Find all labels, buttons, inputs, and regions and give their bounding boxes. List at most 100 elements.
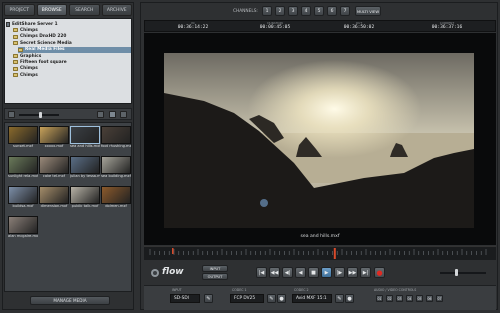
timeline-scrubber[interactable] — [144, 246, 496, 260]
thumbnail-image — [39, 186, 69, 204]
tree-item[interactable]: Chimps — [13, 27, 131, 33]
codec2-select[interactable]: Avid MXF 15:1 — [292, 294, 332, 303]
volume-knob[interactable] — [454, 269, 458, 276]
tree-item-label: Fifteen foot square — [20, 59, 67, 65]
server-icon — [6, 21, 10, 27]
channel-button[interactable]: 6 — [327, 6, 337, 16]
tab-search[interactable]: SEARCH — [69, 4, 100, 16]
codec2-settings-icon[interactable]: ✎ — [335, 294, 344, 303]
tree-item[interactable]: Secret Science Media — [13, 40, 131, 46]
folder-icon — [13, 34, 18, 39]
channel-button[interactable]: 7 — [340, 6, 350, 16]
output-button[interactable]: OUTPUT — [202, 273, 228, 280]
tree-item[interactable]: Chimps DnxHD 220 — [13, 34, 131, 40]
input-button[interactable]: INPUT — [202, 265, 228, 272]
tab-browse[interactable]: BROWSE — [36, 4, 67, 16]
tree-item[interactable]: Graphics — [13, 53, 131, 59]
folder-tree[interactable]: EditShare Server 1 Chimps Chimps DnxHD 220… — [4, 18, 132, 104]
audio-channel-button[interactable]: 04 — [406, 295, 413, 302]
media-thumbnail[interactable]: dimension.mxf — [39, 186, 69, 209]
media-thumbnail[interactable]: sunlight rela.mxf — [8, 156, 38, 179]
detail-view-icon[interactable] — [120, 111, 127, 118]
input-select[interactable]: SD-SDI — [170, 294, 200, 303]
timeline-ticks — [149, 248, 487, 259]
tree-item[interactable]: Chimps — [13, 72, 131, 78]
channel-button[interactable]: 3 — [288, 6, 298, 16]
tree-item[interactable]: Fifteen foot square — [13, 59, 131, 65]
audio-channel-button[interactable]: 06 — [426, 295, 433, 302]
thumbnail-caption: sunset.mxf — [13, 144, 33, 148]
in-point-marker[interactable] — [172, 248, 174, 254]
transport-button[interactable]: ◀ — [295, 267, 306, 278]
flow-logo-icon — [151, 269, 159, 277]
transport-button[interactable]: |▶ — [334, 267, 345, 278]
video-viewer[interactable]: sea and hills.mxf — [144, 33, 496, 245]
folder-icon — [13, 41, 18, 46]
list-view-icon[interactable] — [97, 111, 104, 118]
io-controls: INPUT SD-SDI ✎ CODEC 1 FCP DV25 ✎ ● CODE… — [144, 285, 496, 310]
media-thumbnail[interactable]: buildsa.mxf — [8, 186, 38, 209]
thumbnail-caption: alan mcgaire.mxf — [8, 234, 38, 238]
thumbnail-image — [101, 126, 131, 144]
audio-channel-button[interactable]: 01 — [376, 295, 383, 302]
codec2-record-icon[interactable]: ● — [345, 294, 354, 303]
tree-item[interactable]: EditShare Server 1 — [6, 21, 131, 27]
transport-button[interactable]: ▶▶ — [347, 267, 358, 278]
transport-button[interactable]: ■ — [308, 267, 319, 278]
tree-item-label: Graphics — [20, 53, 42, 59]
manage-media-button[interactable]: MANAGE MEDIA — [30, 296, 110, 305]
tree-item[interactable]: Chimps — [13, 66, 131, 72]
grid-view-icon[interactable] — [109, 111, 116, 118]
timecode-duration-value: 00:00:45:05 — [259, 25, 291, 30]
audio-channel-button[interactable]: 02 — [386, 295, 393, 302]
tree-item[interactable]: Real Media Files — [18, 46, 131, 53]
transport-button[interactable]: ◀◀ — [269, 267, 280, 278]
media-thumbnail[interactable]: sunset.mxf — [8, 126, 38, 149]
media-thumbnail[interactable]: julian by tessa.mxf — [70, 156, 100, 179]
timecode-in: IN 00:36:14:22 — [163, 21, 223, 30]
media-thumbnail[interactable]: public talk.mxf — [70, 186, 100, 209]
media-thumbnail[interactable]: dolmen.mxf — [101, 186, 131, 209]
channel-button[interactable]: 2 — [275, 6, 285, 16]
media-thumbnail[interactable]: sea building.mxf — [101, 156, 131, 179]
tab-project[interactable]: PROJECT — [4, 4, 35, 16]
thumbnail-caption: julian by tessa.mxf — [70, 174, 100, 178]
media-thumbnail[interactable]: xxxxx.mxf — [39, 126, 69, 149]
timecode-out-value: 00:36:50:02 — [343, 25, 375, 30]
audio-channel-button[interactable]: 03 — [396, 295, 403, 302]
thumbnail-image — [70, 126, 100, 144]
record-button[interactable]: ● — [374, 267, 385, 278]
thumbnail-caption: foot rhushing.mxf — [101, 144, 131, 148]
wrench-icon[interactable] — [8, 111, 15, 118]
transport-button[interactable]: |◀ — [256, 267, 267, 278]
input-settings-icon[interactable]: ✎ — [204, 294, 213, 303]
audio-channel-button[interactable]: 05 — [416, 295, 423, 302]
channel-button[interactable]: 4 — [301, 6, 311, 16]
media-thumbnail[interactable]: sea and hills.mxf — [70, 126, 100, 149]
transport-button[interactable]: ◀| — [282, 267, 293, 278]
audio-channel-button[interactable]: 07 — [436, 295, 443, 302]
codec1-settings-icon[interactable]: ✎ — [267, 294, 276, 303]
tab-archive[interactable]: ARCHIVE — [101, 4, 132, 16]
thumbnail-caption: sunlight rela.mxf — [8, 174, 38, 178]
media-thumbnail[interactable]: alan mcgaire.mxf — [8, 216, 38, 239]
slider-knob[interactable] — [39, 112, 42, 118]
channel-button[interactable]: 1 — [262, 6, 272, 16]
media-grid: sunset.mxf xxxxx.mxf sea and hills.mxf foot… — [4, 122, 132, 292]
playhead-marker[interactable] — [333, 248, 336, 259]
thumbnail-image — [70, 156, 100, 174]
transport-bar: flow INPUT OUTPUT |◀ ◀◀ ◀| ◀ ■ ▶ |▶ ▶▶ ▶| ● — [144, 262, 496, 284]
codec1-select[interactable]: FCP DV25 — [230, 294, 264, 303]
channel-button[interactable]: 5 — [314, 6, 324, 16]
tree-item-label: Real Media Files — [25, 47, 65, 53]
transport-button[interactable]: ▶| — [360, 267, 371, 278]
thumbnail-image — [8, 126, 38, 144]
thumbnail-size-slider[interactable] — [19, 112, 59, 118]
thumbnail-caption: xxxxx.mxf — [44, 144, 64, 148]
media-thumbnail[interactable]: foot rhushing.mxf — [101, 126, 131, 149]
transport-button[interactable]: ▶ — [321, 267, 332, 278]
multiview-button[interactable]: MULTI VIEW — [355, 6, 381, 16]
volume-slider[interactable] — [440, 269, 486, 276]
codec1-record-icon[interactable]: ● — [277, 294, 286, 303]
media-thumbnail[interactable]: cake tel.mxf — [39, 156, 69, 179]
